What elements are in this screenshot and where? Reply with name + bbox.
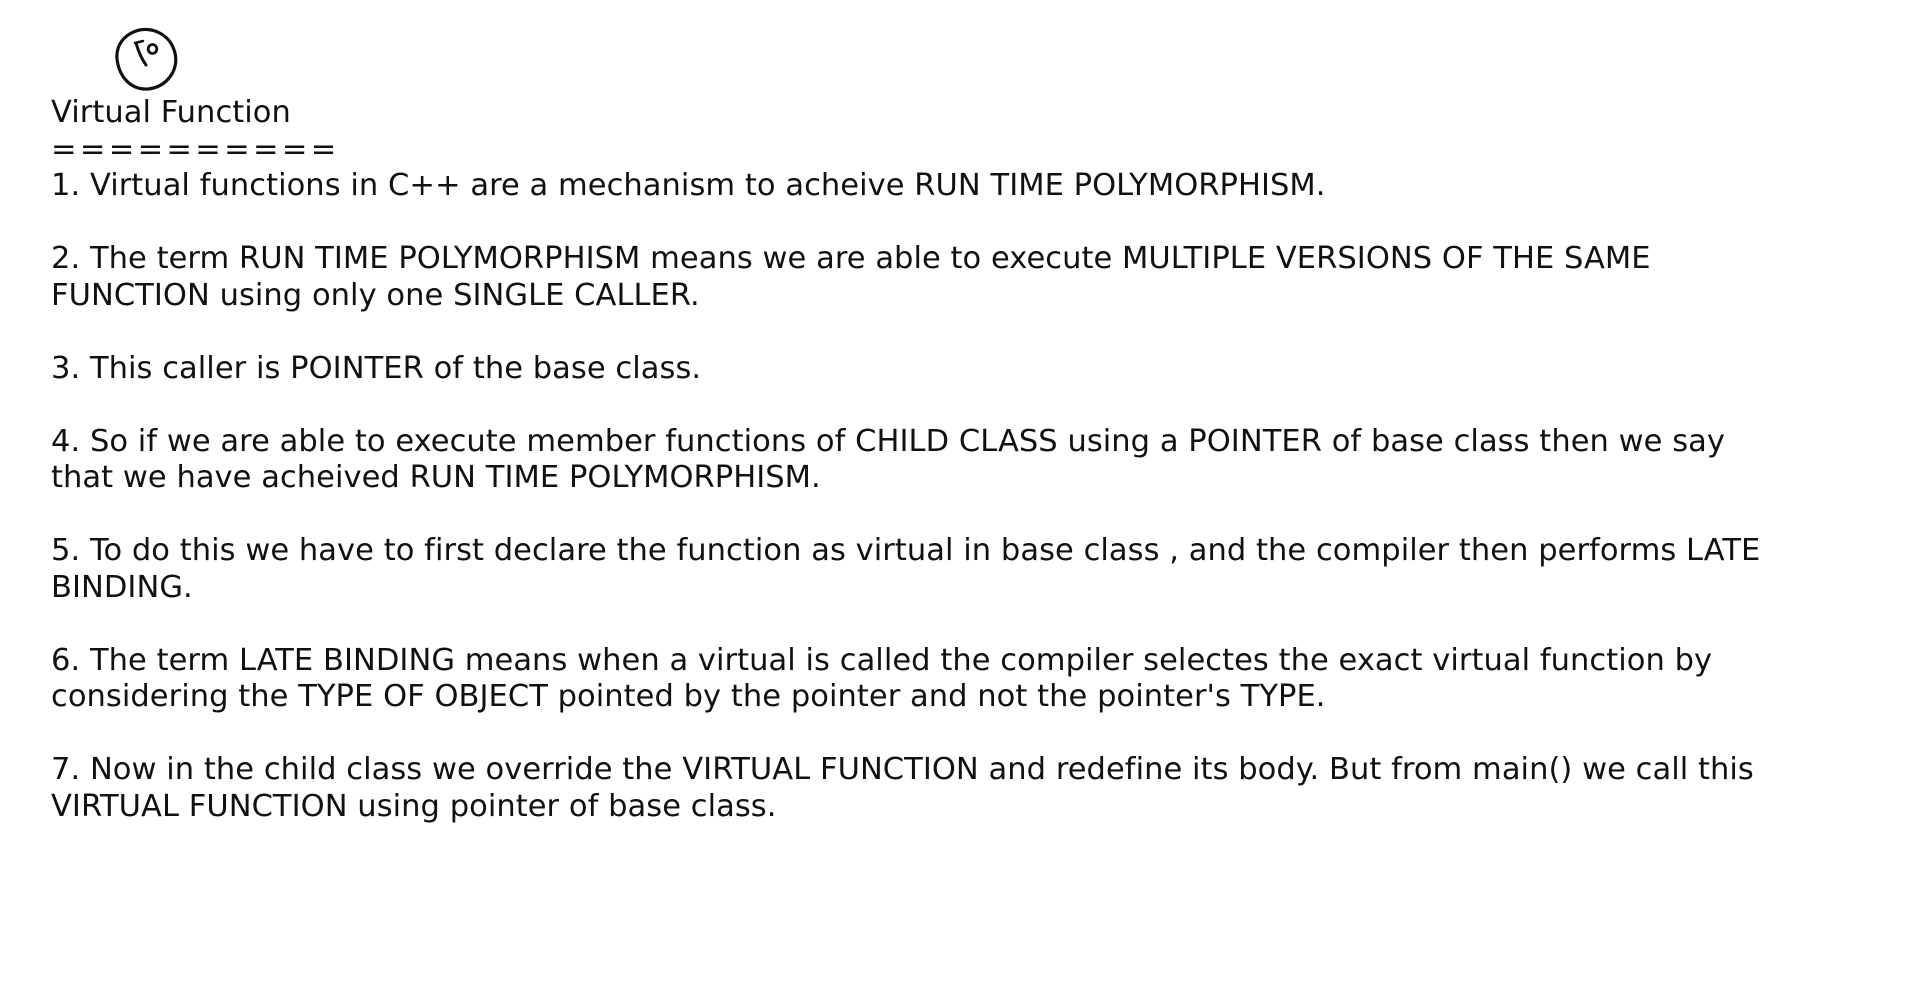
note-point-1: 1. Virtual functions in C++ are a mechan… <box>51 168 1811 205</box>
note-point-2: 2. The term RUN TIME POLYMORPHISM means … <box>51 241 1761 314</box>
note-point-7: 7. Now in the child class we override th… <box>51 752 1801 825</box>
note-point-5: 5. To do this we have to first declare t… <box>51 533 1781 606</box>
point-text-7: 7. Now in the child class we override th… <box>51 752 1754 824</box>
point-text-6: 6. The term LATE BINDING means when a vi… <box>51 642 1713 715</box>
note-point-4: 4. So if we are able to execute member f… <box>51 424 1771 497</box>
handwritten-page-number-icon <box>115 27 178 91</box>
point-text-1: 1. Virtual functions in C++ are a mechan… <box>51 168 1326 203</box>
title-underline: ========== <box>51 131 340 167</box>
point-text-2: 2. The term RUN TIME POLYMORPHISM means … <box>51 241 1651 313</box>
virtual-function-note: Virtual Function ========== 1. Virtual f… <box>51 95 1851 862</box>
note-point-6: 6. The term LATE BINDING means when a vi… <box>51 643 1811 716</box>
point-text-5: 5. To do this we have to first declare t… <box>51 533 1761 605</box>
note-title: Virtual Function <box>51 95 291 130</box>
point-text-4: 4. So if we are able to execute member f… <box>51 423 1725 496</box>
note-page: Virtual Function ========== 1. Virtual f… <box>0 0 1920 991</box>
note-point-3: 3. This caller is POINTER of the base cl… <box>51 351 1761 388</box>
point-text-3: 3. This caller is POINTER of the base cl… <box>51 350 702 386</box>
